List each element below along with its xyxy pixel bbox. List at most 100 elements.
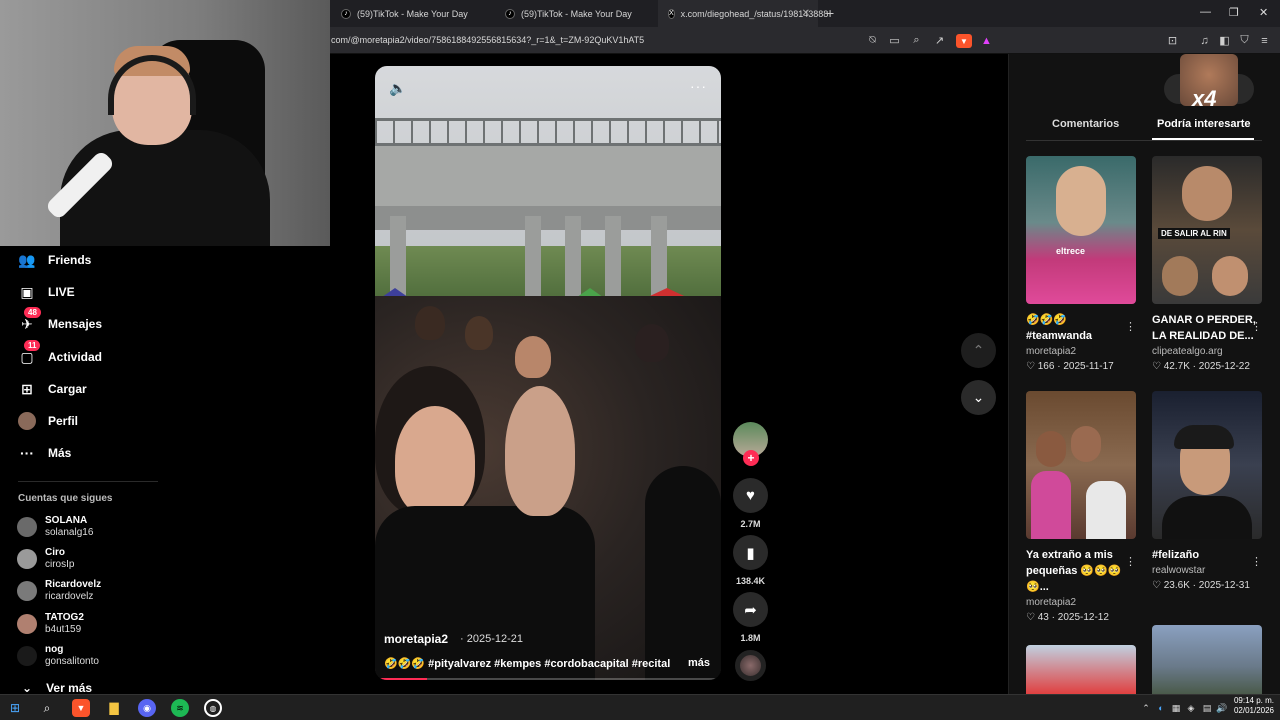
- sidebar-item-friends[interactable]: 👥 Friends: [18, 251, 91, 269]
- card-meta: ♡ 166 · 2025-11-17: [1026, 361, 1114, 372]
- card-more-icon[interactable]: ⋮: [1125, 555, 1136, 568]
- share-action[interactable]: ➦ 1.8M: [733, 592, 768, 643]
- recommended-video-card[interactable]: DE SALIR AL RIN GANAR O PERDER, LA REALI…: [1152, 156, 1262, 372]
- chevron-down-icon: ⌄: [22, 681, 33, 695]
- following-account[interactable]: Ciro cirosIp: [17, 547, 74, 571]
- minimize-button[interactable]: —: [1200, 6, 1211, 18]
- video-thumbnail[interactable]: [1152, 391, 1262, 539]
- card-more-icon[interactable]: ⋮: [1125, 320, 1136, 333]
- menu-icon[interactable]: ≡: [1258, 34, 1271, 47]
- windows-start-icon[interactable]: ⊞: [6, 699, 24, 717]
- spotify-icon[interactable]: ≋: [171, 699, 189, 717]
- recommended-video-thumbnail[interactable]: [1026, 645, 1136, 694]
- reader-icon[interactable]: ▭: [888, 34, 901, 47]
- tab-divider: [1026, 140, 1262, 141]
- card-more-icon[interactable]: ⋮: [1251, 555, 1262, 568]
- follow-plus-icon[interactable]: +: [743, 450, 759, 466]
- caption-more-button[interactable]: más: [688, 657, 710, 669]
- volume-icon[interactable]: 🔊: [1213, 699, 1231, 717]
- brave-shield-icon[interactable]: ▼: [956, 34, 972, 48]
- recommended-video-card[interactable]: eltrece 🤣🤣🤣 #teamwanda ⋮ moretapia2 ♡ 16…: [1026, 156, 1136, 372]
- like-action[interactable]: ♥ 2.7M: [733, 478, 768, 529]
- thumbnail-text: DE SALIR AL RIN: [1158, 228, 1230, 239]
- sidebar-item-activity[interactable]: ▢ 11 Actividad: [18, 340, 102, 366]
- tab-label: (59)TikTok - Make Your Day: [357, 8, 468, 19]
- next-video-button[interactable]: ⌄: [961, 380, 996, 415]
- sidebar-item-label: LIVE: [48, 285, 75, 299]
- brave-browser-icon[interactable]: ▼: [72, 699, 90, 717]
- volume-icon[interactable]: 🔈: [389, 80, 406, 97]
- translate-off-icon[interactable]: ⍉: [866, 34, 879, 47]
- video-thumbnail[interactable]: DE SALIR AL RIN: [1152, 156, 1262, 304]
- browser-tab-3[interactable]: X x.com/diegohead_/status/198143888 ✕: [658, 0, 828, 27]
- following-account[interactable]: nog gonsalitonto: [17, 644, 99, 668]
- following-account[interactable]: TATOG2 b4ut159: [17, 612, 84, 636]
- account-name: Ricardovelz: [45, 579, 102, 590]
- sidebar-item-profile[interactable]: Perfil: [18, 412, 78, 430]
- video-thumbnail[interactable]: eltrece: [1026, 156, 1136, 304]
- upload-icon: ⊞: [21, 380, 33, 397]
- new-tab-button[interactable]: +: [826, 5, 834, 21]
- vpn-icon[interactable]: ⛉: [1238, 34, 1251, 47]
- recommended-video-card[interactable]: Ya extraño a mis pequeñas 🥺🥺🥺🥺... ⋮ more…: [1026, 391, 1136, 623]
- account-name: Ciro: [45, 547, 65, 558]
- card-title: GANAR O PERDER, LA REALIDAD DE...: [1152, 314, 1256, 342]
- close-tab-icon[interactable]: ✕: [802, 8, 810, 19]
- card-title: #felizaño: [1152, 549, 1200, 561]
- card-title: 🤣🤣🤣 #teamwanda: [1026, 314, 1093, 342]
- sidebar-toggle-icon[interactable]: ⊡: [1166, 34, 1179, 47]
- taskbar-clock[interactable]: 09:14 p. m. 02/01/2026: [1230, 696, 1274, 716]
- video-progress-bar[interactable]: [375, 678, 721, 680]
- discord-icon[interactable]: ◉: [138, 699, 156, 717]
- friends-icon: 👥: [18, 251, 36, 268]
- account-name: nog: [45, 644, 64, 655]
- x-icon: X: [668, 8, 675, 19]
- recommended-video-thumbnail[interactable]: [1152, 625, 1262, 694]
- browser-tab-2[interactable]: ♪ (59)TikTok - Make Your Day: [495, 0, 655, 27]
- save-action[interactable]: ▮ 138.4K: [733, 535, 768, 586]
- card-meta: ♡ 23.6K · 2025-12-31: [1152, 580, 1250, 591]
- card-user[interactable]: moretapia2: [1026, 346, 1136, 357]
- sidebar-item-upload[interactable]: ⊞ Cargar: [18, 380, 87, 398]
- tab-recommended[interactable]: Podría interesarte: [1157, 118, 1251, 130]
- sound-disc-icon[interactable]: [735, 650, 766, 681]
- see-more-button[interactable]: ⌄ Ver más: [22, 681, 92, 695]
- chevron-up-icon: ⌃: [972, 342, 985, 358]
- video-thumbnail[interactable]: [1026, 391, 1136, 539]
- card-user[interactable]: moretapia2: [1026, 597, 1136, 608]
- more-options-icon[interactable]: ···: [690, 78, 707, 94]
- card-user[interactable]: realwowstar: [1152, 565, 1262, 576]
- heart-icon[interactable]: ♥: [733, 478, 768, 513]
- panel-icon[interactable]: ◧: [1218, 34, 1231, 47]
- card-more-icon[interactable]: ⋮: [1251, 320, 1262, 333]
- share-icon[interactable]: ↗: [933, 34, 946, 47]
- close-window-button[interactable]: ✕: [1259, 6, 1268, 19]
- sidebar-item-live[interactable]: ▣ LIVE: [18, 283, 75, 301]
- following-account[interactable]: Ricardovelz ricardovelz: [17, 579, 101, 603]
- search-icon[interactable]: ⌕: [38, 699, 56, 717]
- obs-icon[interactable]: ◍: [204, 699, 222, 717]
- brave-rewards-icon[interactable]: ▲: [980, 34, 993, 47]
- live-icon: ▣: [20, 283, 34, 300]
- previous-video-button[interactable]: ⌃: [961, 333, 996, 368]
- video-player[interactable]: 🔈 ··· moretapia2 · 2025-12-21 🤣🤣🤣 #pitya…: [375, 66, 721, 680]
- browser-tab-1[interactable]: ♪ (59)TikTok - Make Your Day: [331, 0, 491, 27]
- following-account[interactable]: SOLANA solanalg16: [17, 515, 93, 539]
- tab-comments[interactable]: Comentarios: [1052, 118, 1119, 130]
- card-user[interactable]: clipeatealgo.arg: [1152, 346, 1262, 357]
- bookmark-icon[interactable]: ▮: [733, 535, 768, 570]
- restore-button[interactable]: ❐: [1229, 6, 1239, 19]
- account-name: TATOG2: [45, 612, 84, 623]
- messages-icon: ✈ 48: [18, 307, 41, 333]
- media-icon[interactable]: ♫: [1198, 34, 1211, 47]
- video-author[interactable]: moretapia2: [384, 632, 448, 646]
- sidebar-item-more[interactable]: ··· Más: [18, 444, 71, 462]
- recommended-video-card[interactable]: #felizaño ⋮ realwowstar ♡ 23.6K · 2025-1…: [1152, 391, 1262, 591]
- share-arrow-icon[interactable]: ➦: [733, 592, 768, 627]
- file-explorer-icon[interactable]: ▇: [105, 699, 123, 717]
- zoom-icon[interactable]: ⌕: [910, 34, 923, 47]
- card-title: Ya extraño a mis pequeñas 🥺🥺🥺🥺...: [1026, 549, 1122, 593]
- url-field[interactable]: com/@moretapia2/video/758618849255681563…: [331, 35, 644, 45]
- sidebar-item-messages[interactable]: ✈ 48 Mensajes: [18, 307, 102, 333]
- avatar: [17, 614, 37, 634]
